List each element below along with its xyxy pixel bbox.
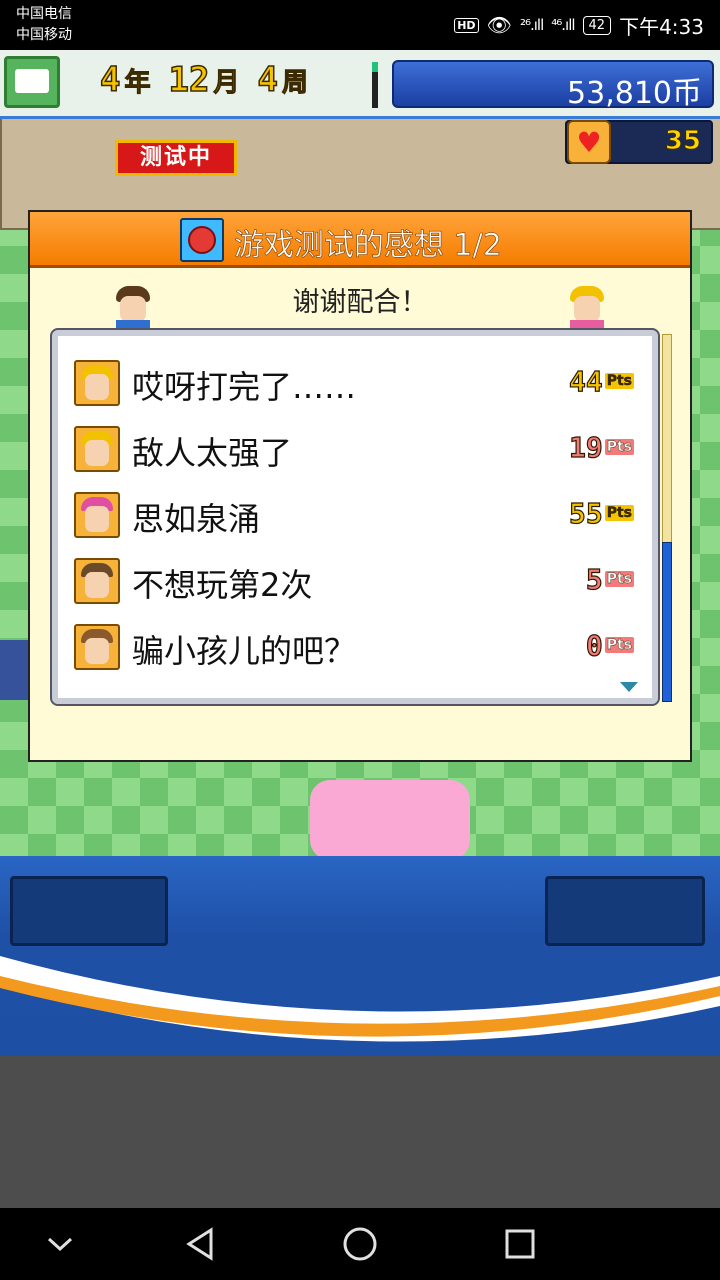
money-panel: 53,810币	[392, 60, 714, 111]
score-unit: Pts	[604, 505, 634, 521]
drumstick-icon	[180, 218, 224, 262]
score-value: 55	[568, 496, 603, 530]
feedback-comment: 哎呀打完了……	[132, 368, 357, 406]
test-feedback-dialog: 游戏测试的感想 1/2 谢谢配合！ 哎呀打完了…… 44 Pts 敌人太强了 1…	[28, 210, 692, 762]
score-unit: Pts	[604, 571, 634, 587]
hearts-count: 35	[664, 126, 701, 157]
testing-sign: 测试中	[115, 140, 237, 176]
battery-icon: 42	[582, 15, 612, 35]
calendar-icon[interactable]	[4, 56, 60, 108]
list-item: 骗小孩儿的吧？ 0 Pts	[74, 618, 634, 674]
bottom-panel	[0, 856, 720, 1056]
score-badge: 5 Pts	[585, 562, 634, 596]
scrollbar-thumb[interactable]	[662, 542, 672, 702]
score-unit: Pts	[604, 637, 634, 653]
score-value: 44	[568, 364, 603, 398]
score-value: 5	[585, 562, 603, 596]
eye-icon: 👁	[486, 13, 512, 37]
feedback-comment: 敌人太强了	[132, 434, 293, 472]
clock: 下午4:33	[619, 14, 704, 39]
tester-face-icon	[74, 360, 120, 406]
carrier-2: 中国移动	[16, 27, 72, 43]
score-unit: Pts	[604, 373, 634, 389]
signal-1-icon: ²⁶.ıll	[519, 16, 544, 34]
tester-avatar	[564, 280, 610, 336]
home-circle-icon[interactable]	[340, 1226, 380, 1262]
list-item: 不想玩第2次 5 Pts	[74, 552, 634, 608]
tester-face-icon	[74, 558, 120, 604]
week-number: 4	[257, 59, 279, 101]
feedback-comment: 不想玩第2次	[132, 566, 313, 604]
money-value: 53,810币	[567, 76, 702, 111]
status-icons: HD 👁 ²⁶.ıll ⁴⁶.ıll 42 下午4:33	[454, 10, 704, 40]
score-value: 19	[568, 430, 603, 464]
list-item: 敌人太强了 19 Pts	[74, 420, 634, 476]
score-badge: 55 Pts	[568, 496, 634, 530]
week-unit: 周	[281, 68, 308, 99]
tester-face-icon	[74, 492, 120, 538]
feedback-comment: 骗小孩儿的吧？	[132, 632, 357, 670]
hearts-panel: ♥ 35	[565, 120, 713, 164]
score-badge: 0 Pts	[585, 628, 634, 662]
list-item: 哎呀打完了…… 44 Pts	[74, 354, 634, 410]
chevron-down-icon[interactable]	[620, 682, 638, 692]
android-nav-bar	[0, 1208, 720, 1280]
heart-icon: ♥	[567, 120, 611, 164]
year-number: 4	[99, 59, 121, 101]
score-value: 0	[585, 628, 603, 662]
tester-face-icon	[74, 426, 120, 472]
dialog-header: 游戏测试的感想 1/2	[30, 212, 690, 268]
score-badge: 44 Pts	[568, 364, 634, 398]
score-unit: Pts	[604, 439, 634, 455]
month-number: 12	[168, 59, 210, 101]
tester-face-icon	[74, 624, 120, 670]
right-action-button[interactable]	[545, 876, 705, 946]
level-gauge	[372, 62, 378, 108]
back-triangle-icon[interactable]	[180, 1226, 220, 1262]
feedback-list[interactable]: 哎呀打完了…… 44 Pts 敌人太强了 19 Pts 思如泉涌 55 Pts …	[50, 328, 660, 706]
carrier-1: 中国电信	[16, 6, 72, 22]
status-bar: 中国电信 中国移动 HD 👁 ²⁶.ıll ⁴⁶.ıll 42 下午4:33	[0, 0, 720, 50]
signal-2-icon: ⁴⁶.ıll	[551, 16, 575, 34]
date-display: 4 年 12 月 4 周	[99, 59, 322, 104]
feedback-comment: 思如泉涌	[132, 500, 261, 538]
booth-decoration	[310, 780, 470, 860]
year-unit: 年	[124, 68, 151, 99]
chevron-down-icon[interactable]	[40, 1226, 80, 1262]
hd-icon: HD	[454, 17, 479, 33]
score-badge: 19 Pts	[568, 430, 634, 464]
left-action-button[interactable]	[10, 876, 168, 946]
recents-square-icon[interactable]	[500, 1226, 540, 1262]
list-item: 思如泉涌 55 Pts	[74, 486, 634, 542]
dialog-title: 游戏测试的感想 1/2	[234, 228, 502, 264]
month-unit: 月	[213, 68, 240, 99]
hud-bar: 4 年 12 月 4 周 53,810币	[0, 50, 720, 119]
